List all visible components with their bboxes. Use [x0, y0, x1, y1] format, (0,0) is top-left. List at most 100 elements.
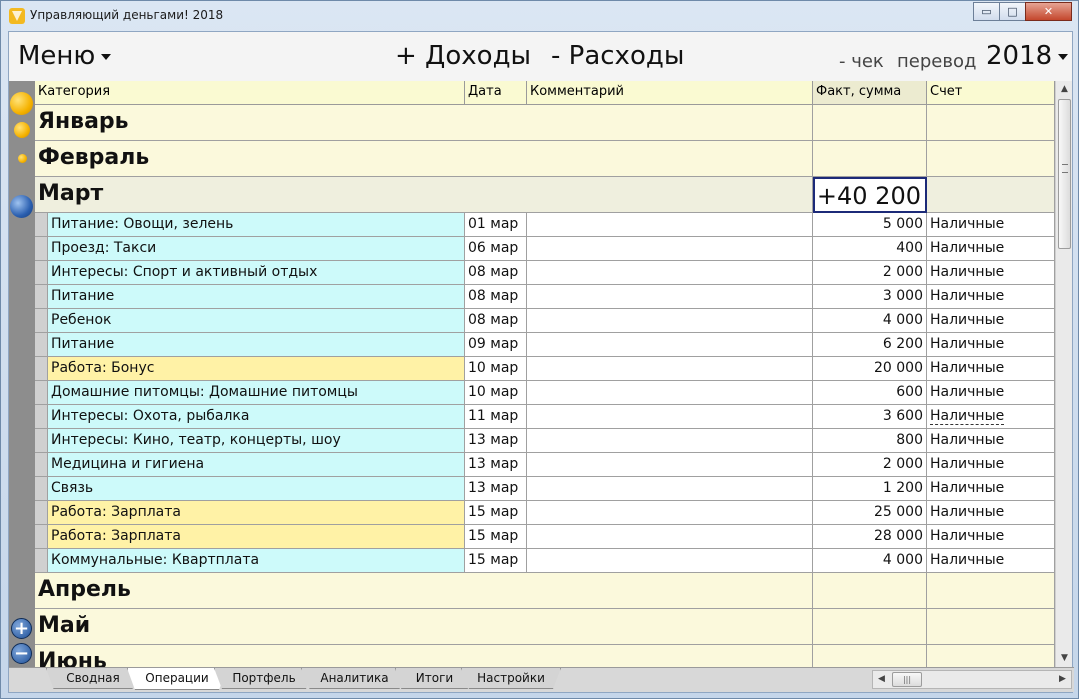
column-header-account[interactable]: Счет	[927, 81, 1055, 105]
date-cell[interactable]: 08 мар	[465, 285, 527, 309]
transaction-row[interactable]: Коммунальные: Квартплата 15 мар 4 000 Налич…	[35, 549, 1055, 573]
date-cell[interactable]: 13 мар	[465, 453, 527, 477]
category-cell[interactable]: Питание: Овощи, зелень	[48, 213, 465, 237]
add-expense-button[interactable]: - Расходы	[551, 41, 684, 71]
account-cell[interactable]: Наличные	[927, 429, 1055, 453]
category-cell[interactable]: Медицина и гигиена	[48, 453, 465, 477]
comment-cell[interactable]	[527, 213, 813, 237]
category-cell[interactable]: Работа: Бонус	[48, 357, 465, 381]
amount-cell[interactable]: 25 000	[813, 501, 927, 525]
amount-cell[interactable]: 3 600	[813, 405, 927, 429]
comment-cell[interactable]	[527, 477, 813, 501]
amount-cell[interactable]: 800	[813, 429, 927, 453]
account-cell[interactable]: Наличные	[927, 405, 1055, 429]
month-row-march[interactable]: Март +40 200	[35, 177, 1055, 213]
amount-cell[interactable]: 400	[813, 237, 927, 261]
account-cell[interactable]: Наличные	[927, 357, 1055, 381]
comment-cell[interactable]	[527, 285, 813, 309]
transaction-row[interactable]: Питание: Овощи, зелень 01 мар 5 000 Наличны…	[35, 213, 1055, 237]
comment-cell[interactable]	[527, 525, 813, 549]
comment-cell[interactable]	[527, 261, 813, 285]
comment-cell[interactable]	[527, 549, 813, 573]
comment-cell[interactable]	[527, 237, 813, 261]
tab-summary[interactable]: Сводная	[46, 668, 140, 689]
transaction-row[interactable]: Ребенок 08 мар 4 000 Наличные	[35, 309, 1055, 333]
date-cell[interactable]: 13 мар	[465, 429, 527, 453]
month-total[interactable]: +40 200	[813, 177, 927, 213]
transaction-row[interactable]: Работа: Зарплата 15 мар 28 000 Наличные	[35, 525, 1055, 549]
amount-cell[interactable]: 600	[813, 381, 927, 405]
category-cell[interactable]: Питание	[48, 285, 465, 309]
month-row-january[interactable]: Январь	[35, 105, 1055, 141]
amount-cell[interactable]: 4 000	[813, 309, 927, 333]
transaction-row[interactable]: Работа: Зарплата 15 мар 25 000 Наличные	[35, 501, 1055, 525]
scroll-right-icon[interactable]: ▶	[1054, 671, 1071, 688]
transaction-row[interactable]: Питание 08 мар 3 000 Наличные	[35, 285, 1055, 309]
horizontal-scrollbar[interactable]: ◀ ||| ▶	[872, 670, 1072, 689]
date-cell[interactable]: 13 мар	[465, 477, 527, 501]
comment-cell[interactable]	[527, 333, 813, 357]
category-cell[interactable]: Домашние питомцы: Домашние питомцы	[48, 381, 465, 405]
transaction-row[interactable]: Работа: Бонус 10 мар 20 000 Наличные	[35, 357, 1055, 381]
date-cell[interactable]: 15 мар	[465, 501, 527, 525]
date-cell[interactable]: 06 мар	[465, 237, 527, 261]
check-button[interactable]: - чек	[839, 51, 884, 72]
vertical-scrollbar[interactable]: ▲ ▼	[1055, 81, 1072, 667]
month-row-may[interactable]: Май	[35, 609, 1055, 645]
collapse-button[interactable]: −	[11, 643, 32, 664]
category-cell[interactable]: Коммунальные: Квартплата	[48, 549, 465, 573]
category-cell[interactable]: Интересы: Спорт и активный отдых	[48, 261, 465, 285]
transaction-row[interactable]: Питание 09 мар 6 200 Наличные	[35, 333, 1055, 357]
account-cell[interactable]: Наличные	[927, 501, 1055, 525]
comment-cell[interactable]	[527, 381, 813, 405]
comment-cell[interactable]	[527, 357, 813, 381]
account-cell[interactable]: Наличные	[927, 285, 1055, 309]
scroll-thumb[interactable]	[1058, 99, 1071, 249]
title-bar[interactable]: Управляющий деньгами! 2018 ▭ □ ✕	[1, 1, 1078, 31]
date-cell[interactable]: 10 мар	[465, 381, 527, 405]
category-cell[interactable]: Интересы: Кино, театр, концерты, шоу	[48, 429, 465, 453]
amount-cell[interactable]: 3 000	[813, 285, 927, 309]
amount-cell[interactable]: 28 000	[813, 525, 927, 549]
transaction-row[interactable]: Интересы: Спорт и активный отдых 08 мар 2 …	[35, 261, 1055, 285]
menu-button[interactable]: Меню	[18, 41, 112, 71]
account-cell[interactable]: Наличные	[927, 333, 1055, 357]
date-cell[interactable]: 10 мар	[465, 357, 527, 381]
scroll-up-icon[interactable]: ▲	[1056, 81, 1073, 98]
scroll-thumb[interactable]: |||	[892, 672, 922, 687]
transaction-row[interactable]: Связь 13 мар 1 200 Наличные	[35, 477, 1055, 501]
column-header-date[interactable]: Дата	[465, 81, 527, 105]
column-header-amount[interactable]: Факт, сумма	[813, 81, 927, 105]
amount-cell[interactable]: 2 000	[813, 261, 927, 285]
comment-cell[interactable]	[527, 309, 813, 333]
scroll-down-icon[interactable]: ▼	[1056, 650, 1073, 667]
minimize-button[interactable]: ▭	[973, 2, 1000, 21]
account-cell[interactable]: Наличные	[927, 525, 1055, 549]
transfer-button[interactable]: перевод	[897, 51, 976, 72]
date-cell[interactable]: 09 мар	[465, 333, 527, 357]
tab-analytics[interactable]: Аналитика	[301, 668, 408, 689]
account-cell[interactable]: Наличные	[927, 261, 1055, 285]
column-header-category[interactable]: Категория	[35, 81, 465, 105]
add-income-button[interactable]: + Доходы	[395, 41, 531, 71]
category-cell[interactable]: Связь	[48, 477, 465, 501]
category-cell[interactable]: Ребенок	[48, 309, 465, 333]
column-header-comment[interactable]: Комментарий	[527, 81, 813, 105]
amount-cell[interactable]: 6 200	[813, 333, 927, 357]
scroll-left-icon[interactable]: ◀	[873, 671, 890, 688]
date-cell[interactable]: 15 мар	[465, 549, 527, 573]
amount-cell[interactable]: 1 200	[813, 477, 927, 501]
account-cell[interactable]: Наличные	[927, 453, 1055, 477]
level-3-dot-icon[interactable]	[18, 154, 27, 163]
date-cell[interactable]: 08 мар	[465, 309, 527, 333]
account-cell[interactable]: Наличные	[927, 381, 1055, 405]
account-cell[interactable]: Наличные	[927, 309, 1055, 333]
comment-cell[interactable]	[527, 453, 813, 477]
tab-operations[interactable]: Операции	[127, 668, 227, 690]
category-cell[interactable]: Интересы: Охота, рыбалка	[48, 405, 465, 429]
tab-portfolio[interactable]: Портфель	[214, 668, 314, 689]
comment-cell[interactable]	[527, 501, 813, 525]
tab-totals[interactable]: Итоги	[395, 668, 474, 689]
level-2-dot-icon[interactable]	[14, 122, 30, 138]
tab-settings[interactable]: Настройки	[461, 668, 561, 689]
